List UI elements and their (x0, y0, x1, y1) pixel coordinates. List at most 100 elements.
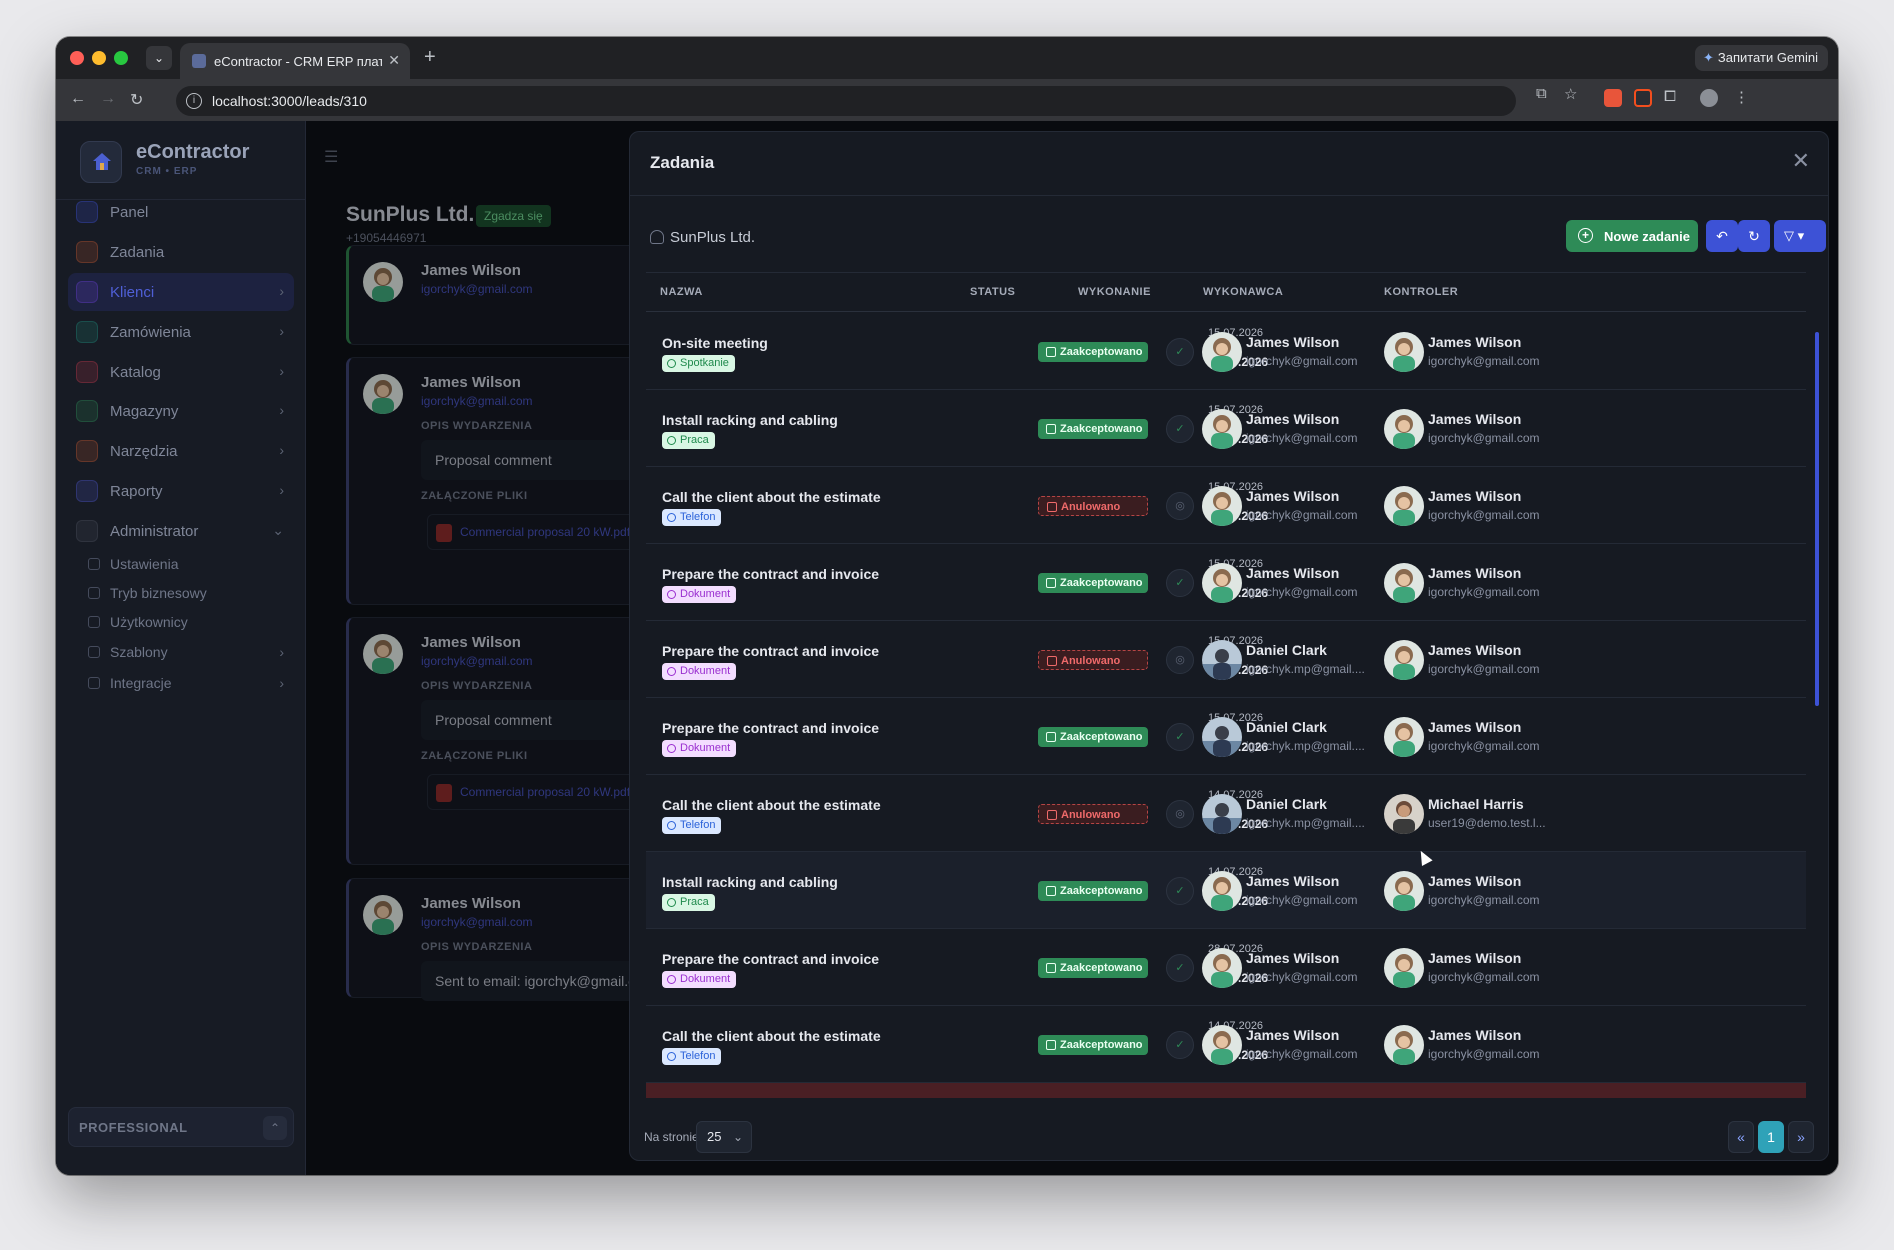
per-page-select[interactable]: 25 ⌄ (696, 1121, 752, 1153)
status-badge[interactable]: Anulowano (1038, 804, 1148, 824)
check-circle-icon[interactable]: ✓ (1166, 877, 1194, 905)
task-name[interactable]: Prepare the contract and invoice (662, 566, 879, 582)
task-name[interactable]: Prepare the contract and invoice (662, 720, 879, 736)
sidebar-subitem[interactable]: Tryb biznesowy (84, 578, 294, 608)
logo[interactable] (80, 141, 122, 183)
controller-name: James Wilson (1428, 873, 1522, 889)
bookmark-star-icon[interactable]: ☆ (1564, 85, 1577, 103)
profile-avatar[interactable] (1700, 89, 1718, 107)
status-badge[interactable]: Anulowano (1038, 496, 1148, 516)
url-field[interactable]: i localhost:3000/leads/310 (176, 86, 1516, 116)
check-circle-icon[interactable]: ✓ (1166, 569, 1194, 597)
status-badge[interactable]: Zaakceptowano (1038, 419, 1148, 439)
sidebar-item[interactable]: Raporty › (68, 472, 294, 510)
address-bar: ← → ↻ i localhost:3000/leads/310 ⧉ ☆ ⧠ ⋮ (56, 79, 1838, 121)
install-app-icon[interactable]: ⧉ (1536, 85, 1547, 102)
status-badge[interactable]: Zaakceptowano (1038, 1035, 1148, 1055)
table-row[interactable]: On-site meeting14.07.2026 (646, 1083, 1806, 1098)
back-icon[interactable]: ← (70, 90, 86, 108)
table-row[interactable]: Call the client about the estimate Telefo… (646, 1006, 1806, 1083)
tab-close-icon[interactable]: ✕ (388, 52, 400, 69)
table-row[interactable]: Install racking and cabling Praca Zaakcept… (646, 852, 1806, 929)
figma-extension-icon[interactable] (1634, 89, 1652, 107)
browser-menu-icon[interactable]: ⋮ (1734, 88, 1749, 106)
extension-icon[interactable] (1604, 89, 1622, 107)
maximize-window-button[interactable] (114, 51, 128, 65)
column-header-controller[interactable]: KONTROLER (1384, 286, 1458, 298)
forward-icon[interactable]: → (100, 90, 116, 108)
plan-box[interactable]: PROFESSIONAL ⌃ (68, 1107, 294, 1147)
status-badge[interactable]: Zaakceptowano (1038, 573, 1148, 593)
refresh-icon[interactable]: ↻ (1738, 220, 1770, 252)
table-row[interactable]: Install racking and cabling Praca Zaakcept… (646, 390, 1806, 467)
gemini-button[interactable]: ✦ Запитати Gemini (1694, 45, 1828, 71)
column-header-name[interactable]: NAZWA (660, 286, 703, 298)
prev-page-button[interactable]: « (1728, 1121, 1754, 1153)
cancelled-circle-icon[interactable]: ◎ (1166, 800, 1194, 828)
close-icon[interactable]: ✕ (1792, 148, 1810, 174)
check-circle-icon[interactable]: ✓ (1166, 415, 1194, 443)
sidebar-item[interactable]: Zamówienia › (68, 313, 294, 351)
status-badge[interactable]: Zaakceptowano (1038, 342, 1148, 362)
minimize-window-button[interactable] (92, 51, 106, 65)
cancelled-circle-icon[interactable]: ◎ (1166, 646, 1194, 674)
task-name[interactable]: Call the client about the estimate (662, 489, 881, 505)
executor-name: James Wilson (1246, 334, 1340, 350)
task-name[interactable]: Install racking and cabling (662, 412, 838, 428)
browser-tab[interactable]: eContractor - CRM ERP платф ✕ (180, 43, 410, 79)
filter-button[interactable]: ▽ ▾ (1774, 220, 1826, 252)
sidebar-item[interactable]: Narzędzia › (68, 432, 294, 470)
sidebar-item[interactable]: Panel (68, 193, 294, 231)
controller-name: Michael Harris (1428, 796, 1524, 812)
table-row[interactable]: Call the client about the estimate Telefo… (646, 467, 1806, 544)
new-tab-icon[interactable]: + (424, 46, 436, 68)
task-name[interactable]: Install racking and cabling (662, 874, 838, 890)
thumbs-up-icon (1046, 1040, 1056, 1050)
table-row[interactable]: Prepare the contract and invoice Dokument… (646, 698, 1806, 775)
check-circle-icon[interactable]: ✓ (1166, 1031, 1194, 1059)
task-name[interactable]: Call the client about the estimate (662, 1028, 881, 1044)
sidebar-subitem[interactable]: Ustawienia (84, 549, 294, 579)
column-header-executor[interactable]: WYKONAWCA (1203, 286, 1283, 298)
cancelled-circle-icon[interactable]: ◎ (1166, 492, 1194, 520)
check-circle-icon[interactable]: ✓ (1166, 338, 1194, 366)
table-row[interactable]: Prepare the contract and invoice Dokument… (646, 544, 1806, 621)
task-name[interactable]: Prepare the contract and invoice (662, 643, 879, 659)
table-row[interactable]: On-site meeting Spotkanie Zaakceptowano ✓ 1… (646, 313, 1806, 390)
new-task-button[interactable]: + Nowe zadanie (1566, 220, 1698, 252)
task-name[interactable]: Prepare the contract and invoice (662, 951, 879, 967)
sidebar-subitem[interactable]: Integracje › (84, 668, 294, 698)
table-row[interactable]: Prepare the contract and invoice Dokument… (646, 621, 1806, 698)
sidebar-subitem[interactable]: Użytkownicy (84, 607, 294, 637)
table-row[interactable]: Prepare the contract and invoice Dokument… (646, 929, 1806, 1006)
close-window-button[interactable] (70, 51, 84, 65)
sidebar-item[interactable]: Zadania (68, 233, 294, 271)
page-button-current[interactable]: 1 (1758, 1121, 1784, 1153)
sidebar-item[interactable]: Magazyny › (68, 392, 294, 430)
next-page-button[interactable]: » (1788, 1121, 1814, 1153)
status-badge[interactable]: Zaakceptowano (1038, 958, 1148, 978)
task-name[interactable]: Call the client about the estimate (662, 797, 881, 813)
sidebar-item[interactable]: Klienci › (68, 273, 294, 311)
table-scrollbar[interactable] (1815, 332, 1819, 706)
reload-icon[interactable]: ↻ (130, 90, 143, 110)
status-badge[interactable]: Zaakceptowano (1038, 727, 1148, 747)
tab-search-icon[interactable]: ⌄ (146, 46, 172, 70)
check-circle-icon[interactable]: ✓ (1166, 723, 1194, 751)
site-info-icon[interactable]: i (186, 93, 202, 109)
sidebar-item[interactable]: Katalog › (68, 353, 294, 391)
status-badge[interactable]: Zaakceptowano (1038, 881, 1148, 901)
status-label: Zaakceptowano (1060, 1039, 1143, 1051)
undo-icon[interactable]: ↶ (1706, 220, 1738, 252)
table-row[interactable]: Call the client about the estimate Telefo… (646, 775, 1806, 852)
chevron-up-icon[interactable]: ⌃ (263, 1116, 287, 1140)
status-badge[interactable]: Anulowano (1038, 650, 1148, 670)
column-header-status[interactable]: STATUS (970, 286, 1015, 298)
task-name[interactable]: On-site meeting (662, 335, 768, 351)
sidebar-subitem[interactable]: Szablony › (84, 637, 294, 667)
url-text[interactable]: localhost:3000/leads/310 (212, 93, 367, 109)
extensions-puzzle-icon[interactable]: ⧠ (1664, 88, 1676, 105)
check-circle-icon[interactable]: ✓ (1166, 954, 1194, 982)
column-header-execution[interactable]: WYKONANIE (1078, 286, 1151, 298)
sidebar-item[interactable]: Administrator ⌄ (68, 512, 294, 550)
